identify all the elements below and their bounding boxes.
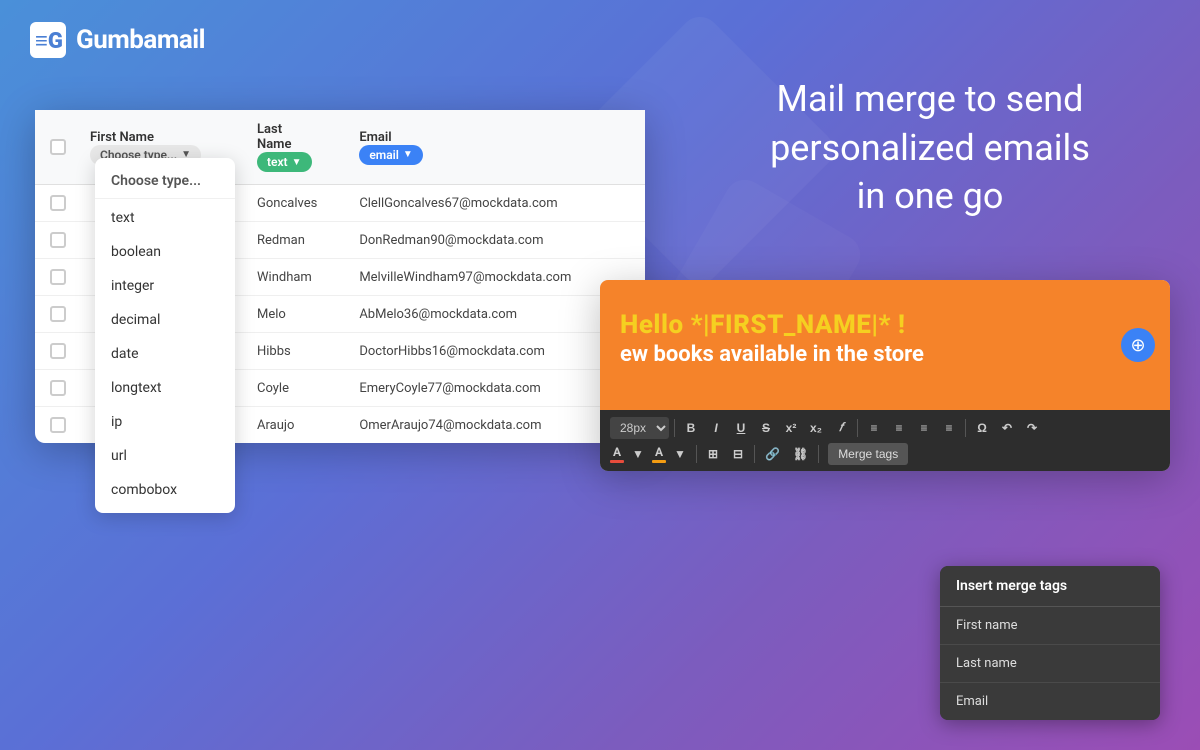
dropdown-item[interactable]: text <box>95 201 235 235</box>
logo: ≡G Gumbamail <box>30 22 205 58</box>
align-justify-button[interactable]: ≡ <box>938 417 960 439</box>
col-first-name-label: First Name <box>90 130 237 145</box>
dropdown-item[interactable]: decimal <box>95 303 235 337</box>
bold-button[interactable]: B <box>680 417 702 439</box>
row-checkbox-cell <box>35 407 80 444</box>
editor-sub-text: ew books available in the store <box>620 342 1150 367</box>
headline-line1: Mail merge to send <box>720 75 1140 124</box>
badge-arrow-blue-icon: ▼ <box>403 149 413 160</box>
unlink-button[interactable]: ⛓ <box>788 443 813 465</box>
merge-tag-item[interactable]: Last name <box>940 645 1160 683</box>
undo-button[interactable]: ↶ <box>996 417 1018 439</box>
toolbar-row-1: 28px 14px 16px 18px 24px 36px B I U S x²… <box>610 416 1160 439</box>
row-checkbox[interactable] <box>50 380 66 396</box>
italic-button[interactable]: I <box>705 417 727 439</box>
superscript-button[interactable]: x² <box>780 417 802 439</box>
align-center-button[interactable]: ≡ <box>888 417 910 439</box>
email-type-badge[interactable]: email ▼ <box>359 145 422 165</box>
col-email: Email email ▼ <box>349 110 645 185</box>
dropdown-item[interactable]: combobox <box>95 473 235 507</box>
last-name-type-badge[interactable]: text ▼ <box>257 152 312 172</box>
omega-button[interactable]: Ω <box>971 417 993 439</box>
row-last-name: Hibbs <box>247 333 349 370</box>
dropdown-item[interactable]: longtext <box>95 371 235 405</box>
row-checkbox-cell <box>35 222 80 259</box>
row-checkbox-cell <box>35 185 80 222</box>
row-checkbox[interactable] <box>50 195 66 211</box>
dropdown-item[interactable]: url <box>95 439 235 473</box>
logo-text: Gumbamail <box>76 25 205 55</box>
row-email: DonRedman90@mockdata.com <box>349 222 645 259</box>
row-checkbox[interactable] <box>50 417 66 433</box>
select-all-checkbox[interactable] <box>50 139 66 155</box>
merge-tag-item[interactable]: Email <box>940 683 1160 720</box>
row-checkbox-cell <box>35 296 80 333</box>
editor-merge-text: Hello *|FIRST_NAME|* ! <box>620 310 1150 340</box>
editor-panel: Hello *|FIRST_NAME|* ! ew books availabl… <box>600 280 1170 471</box>
row-checkbox[interactable] <box>50 232 66 248</box>
row-checkbox-cell <box>35 333 80 370</box>
merge-tags-list: First nameLast nameEmail <box>940 607 1160 720</box>
highlight-dropdown-btn[interactable]: ▼ <box>669 443 691 465</box>
merge-tags-button[interactable]: Merge tags <box>828 443 908 465</box>
col-email-label: Email <box>359 130 635 145</box>
row-checkbox[interactable] <box>50 343 66 359</box>
underline-button[interactable]: U <box>730 417 752 439</box>
dropdown-item[interactable]: boolean <box>95 235 235 269</box>
col-last-name-label: LastName <box>257 122 339 152</box>
row-last-name: Coyle <box>247 370 349 407</box>
col-last-name: LastName text ▼ <box>247 110 349 185</box>
table-button[interactable]: ⊞ <box>702 443 724 465</box>
row-checkbox-cell <box>35 370 80 407</box>
subscript-button[interactable]: x₂ <box>805 417 827 439</box>
row-last-name: Goncalves <box>247 185 349 222</box>
row-last-name: Araujo <box>247 407 349 444</box>
merge-tags-panel: Insert merge tags First nameLast nameEma… <box>940 566 1160 720</box>
col-checkbox <box>35 110 80 185</box>
table2-button[interactable]: ⊟ <box>727 443 749 465</box>
link-button[interactable]: 🔗 <box>760 443 785 465</box>
dropdown-item[interactable]: Choose type... <box>95 164 235 199</box>
row-email: ClellGoncalves67@mockdata.com <box>349 185 645 222</box>
editor-toolbar: 28px 14px 16px 18px 24px 36px B I U S x²… <box>600 410 1170 471</box>
dropdown-item[interactable]: date <box>95 337 235 371</box>
type-dropdown[interactable]: Choose type...textbooleanintegerdecimald… <box>95 158 235 513</box>
redo-button[interactable]: ↷ <box>1021 417 1043 439</box>
row-last-name: Melo <box>247 296 349 333</box>
row-checkbox-cell <box>35 259 80 296</box>
row-checkbox[interactable] <box>50 269 66 285</box>
align-left-button[interactable]: ≡ <box>863 417 885 439</box>
font-size-select[interactable]: 28px 14px 16px 18px 24px 36px <box>610 417 669 439</box>
row-last-name: Windham <box>247 259 349 296</box>
merge-tags-title: Insert merge tags <box>940 566 1160 607</box>
merge-tag-item[interactable]: First name <box>940 607 1160 645</box>
font-color-button[interactable]: A <box>610 445 624 463</box>
highlight-color-button[interactable]: A <box>652 445 666 463</box>
strikethrough-button[interactable]: S <box>755 417 777 439</box>
toolbar-row-2: A ▼ A ▼ ⊞ ⊟ 🔗 ⛓ Merge tags <box>610 443 1160 465</box>
dropdown-item[interactable]: ip <box>95 405 235 439</box>
row-last-name: Redman <box>247 222 349 259</box>
headline-line2: personalized emails <box>720 124 1140 173</box>
badge-arrow-green-icon: ▼ <box>292 157 302 168</box>
headline-line3: in one go <box>720 172 1140 221</box>
row-checkbox[interactable] <box>50 306 66 322</box>
move-handle[interactable]: ⊕ <box>1121 328 1155 362</box>
dropdown-item[interactable]: integer <box>95 269 235 303</box>
color-dropdown-btn[interactable]: ▼ <box>627 443 649 465</box>
align-right-button[interactable]: ≡ <box>913 417 935 439</box>
italic2-button[interactable]: 𝑓 <box>830 416 852 439</box>
editor-content-area: Hello *|FIRST_NAME|* ! ew books availabl… <box>600 280 1170 410</box>
headline: Mail merge to send personalized emails i… <box>720 75 1140 221</box>
svg-text:≡G: ≡G <box>35 29 63 54</box>
logo-icon: ≡G <box>30 22 66 58</box>
